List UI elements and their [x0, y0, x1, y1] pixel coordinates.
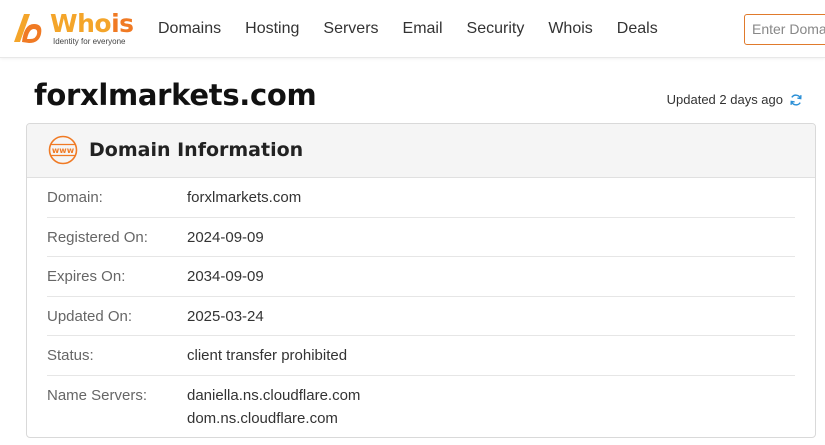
nav-deals[interactable]: Deals	[617, 20, 658, 38]
nav-whois[interactable]: Whois	[548, 20, 592, 38]
info-row-expires: Expires On: 2034-09-09	[47, 257, 795, 297]
logo-tagline: Identity for everyone	[53, 37, 126, 46]
logo-wordmark: Whois	[50, 9, 134, 38]
row-label: Expires On:	[47, 268, 126, 285]
registered-value: 2024-09-09	[187, 228, 264, 246]
expires-value: 2034-09-09	[187, 268, 264, 285]
info-row-registered: Registered On: 2024-09-09	[47, 218, 795, 257]
nav-security[interactable]: Security	[467, 20, 525, 38]
info-row-updated: Updated On: 2025-03-24	[47, 297, 795, 336]
page-title: forxlmarkets.com	[34, 78, 317, 112]
site-logo[interactable]: Whois Identity for everyone	[10, 9, 135, 51]
updated-status: Updated 2 days ago	[667, 92, 803, 107]
card-title: Domain Information	[89, 139, 304, 161]
info-rows: Domain: forxlmarkets.com Registered On: …	[47, 178, 795, 436]
row-value: 2024-09-09	[187, 226, 264, 249]
row-value: client transfer prohibited	[187, 344, 347, 367]
info-row-domain: Domain: forxlmarkets.com	[47, 178, 795, 218]
row-value: forxlmarkets.com	[187, 186, 301, 209]
nav-servers[interactable]: Servers	[323, 20, 378, 38]
info-row-status: Status: client transfer prohibited	[47, 336, 795, 376]
row-label: Status:	[47, 347, 94, 364]
top-navbar: Whois Identity for everyone Domains Host…	[0, 0, 825, 58]
domain-value: forxlmarkets.com	[187, 189, 302, 206]
row-label: Updated On:	[47, 307, 133, 325]
logo-mark-icon	[14, 14, 42, 43]
domain-info-card: www Domain Information Domain: forxlmark…	[26, 123, 816, 438]
name-server-2[interactable]: dom.ns.cloudflare.com	[187, 407, 360, 430]
main-nav: Domains Hosting Servers Email Security W…	[158, 0, 658, 58]
card-header: www Domain Information	[27, 124, 815, 178]
domain-search-input[interactable]: Enter Domain	[744, 14, 825, 45]
nav-domains[interactable]: Domains	[158, 20, 221, 38]
row-value: 2025-03-24	[187, 305, 264, 328]
name-server-1[interactable]: daniella.ns.cloudflare.com	[187, 384, 360, 407]
updated-value: 2025-03-24	[187, 307, 264, 325]
info-row-name-servers: Name Servers: daniella.ns.cloudflare.com…	[47, 376, 795, 436]
svg-text:www: www	[52, 146, 75, 155]
row-value: 2034-09-09	[187, 265, 264, 288]
status-value: client transfer prohibited	[187, 347, 348, 364]
nav-hosting[interactable]: Hosting	[245, 20, 299, 38]
refresh-icon[interactable]	[789, 93, 803, 107]
row-label: Domain:	[47, 189, 103, 206]
nav-email[interactable]: Email	[403, 20, 443, 38]
row-label: Registered On:	[47, 228, 148, 246]
row-label: Name Servers:	[47, 386, 148, 404]
www-globe-icon: www	[48, 135, 78, 165]
updated-text: Updated 2 days ago	[666, 92, 783, 107]
row-value: daniella.ns.cloudflare.com dom.ns.cloudf…	[187, 384, 360, 430]
